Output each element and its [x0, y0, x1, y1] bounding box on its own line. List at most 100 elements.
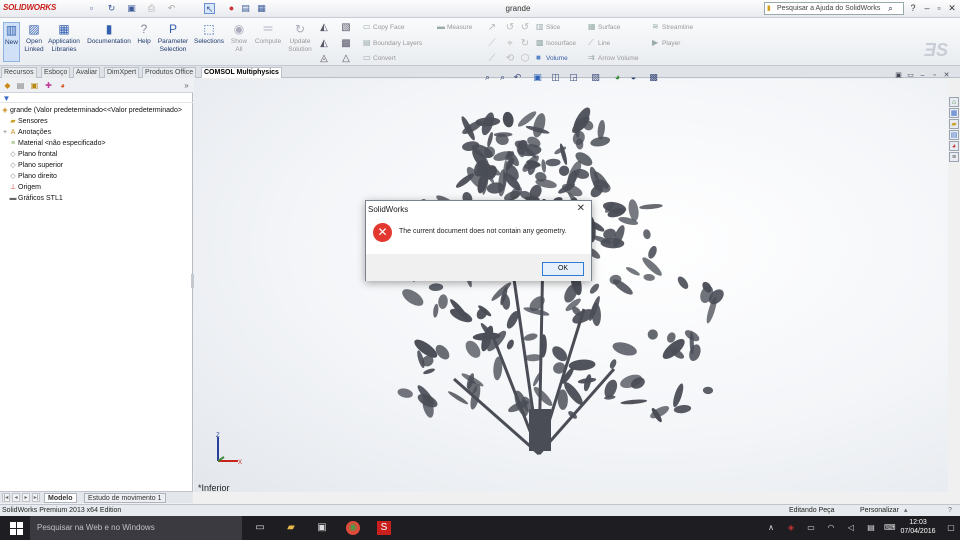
ok-button[interactable]: OK [542, 262, 584, 276]
tab-modelo[interactable]: Modelo [44, 493, 77, 503]
draw-cubic-icon[interactable]: ↻ [519, 38, 531, 50]
tray-volume-icon[interactable]: ◁ [846, 522, 856, 534]
compute-button[interactable]: ＝ Compute [252, 22, 284, 46]
tab-estudo-de-movimento[interactable]: Estudo de movimento 1 [84, 493, 166, 503]
display-manager-icon[interactable]: ◕ [57, 81, 68, 91]
task-pane-resources-icon[interactable]: ⌂ [949, 97, 959, 107]
viewport-close-icon[interactable]: ✕ [942, 71, 951, 80]
store-icon[interactable]: ▣ [315, 521, 329, 535]
first-tab-arrow[interactable]: |◂ [2, 493, 10, 502]
copy-face-button[interactable]: ▭ Copy Face [363, 22, 404, 33]
draw-arc-icon[interactable]: ↺ [519, 22, 531, 34]
view-settings-icon[interactable]: ▩ [648, 72, 659, 83]
parameter-selection-button[interactable]: P Parameter Selection [156, 22, 190, 54]
action-center-icon[interactable]: ▢ [946, 522, 956, 534]
help-button[interactable]: ? Help [136, 22, 152, 46]
tree-item-plano-direito[interactable]: ◇ Plano direito [8, 171, 57, 182]
virtual-operation-icon[interactable]: ▧ [340, 22, 352, 34]
isosurface-button[interactable]: ▩ Isosurface [536, 38, 576, 49]
task-pane-library-icon[interactable]: ▦ [949, 108, 959, 118]
zoom-to-fit-icon[interactable]: ⌕ [482, 72, 493, 83]
search-icon[interactable]: ⌕ [888, 3, 893, 14]
filter-icon[interactable]: ▼ [1, 94, 12, 104]
draw-segment-icon[interactable]: ⟋ [486, 53, 498, 65]
application-libraries-button[interactable]: ▦ Application Libraries [47, 22, 81, 54]
volume-button[interactable]: ■ Volume [536, 53, 568, 64]
task-pane-custom-properties-icon[interactable]: ≡ [949, 152, 959, 162]
display-style-icon[interactable]: ▨ [590, 72, 601, 83]
edit-appearance-icon[interactable]: ◕ [612, 72, 623, 83]
open-icon[interactable]: ↻ [106, 3, 117, 14]
tray-battery-icon[interactable]: ▭ [806, 522, 816, 534]
tree-item-plano-frontal[interactable]: ◇ Plano frontal [8, 149, 57, 160]
tab-comsol-multiphysics[interactable]: COMSOL Multiphysics [201, 67, 282, 78]
documentation-button[interactable]: ▮ Documentation [84, 22, 134, 46]
start-button[interactable] [0, 516, 30, 540]
new-button[interactable]: ▥ New [3, 22, 20, 62]
options-icon[interactable]: ▦ [256, 3, 267, 14]
expand-panel-icon[interactable]: » [181, 81, 192, 91]
triangle-icon[interactable]: △ [340, 53, 352, 65]
slice-button[interactable]: ▥ Slice [536, 22, 560, 33]
tab-recursos[interactable]: Recursos [1, 67, 37, 78]
customize-arrow-icon[interactable]: ▴ [904, 505, 908, 516]
measure-button[interactable]: ▬ Measure [437, 22, 472, 33]
tab-produtos-office[interactable]: Produtos Office [142, 67, 197, 78]
configuration-manager-icon[interactable]: ▣ [29, 81, 40, 91]
tab-dimxpert[interactable]: DimXpert [104, 67, 140, 78]
tab-avaliar[interactable]: Avaliar [73, 67, 101, 78]
view-orientation-icon[interactable]: ◲ [568, 72, 579, 83]
chrome-icon[interactable]: ◉ [346, 521, 360, 535]
tree-item-anotacoes[interactable]: + A Anotações [2, 127, 51, 138]
task-pane-view-palette-icon[interactable]: ▤ [949, 130, 959, 140]
dimxpert-manager-icon[interactable]: ✚ [43, 81, 54, 91]
surface-button[interactable]: ▦ Surface [588, 22, 620, 33]
viewport-restore-icon[interactable]: ▭ [906, 71, 915, 80]
solidworks-taskbar-icon[interactable]: S [377, 521, 391, 535]
select-icon[interactable]: ↖ [204, 3, 215, 14]
help-search-input[interactable]: ▮ Pesquisar a Ajuda do SolidWorks ⌕ [764, 2, 904, 15]
tree-item-graficos-stl1[interactable]: ▬ Gráficos STL1 [8, 193, 63, 204]
draw-line-icon[interactable]: ↗ [486, 22, 498, 34]
update-solution-button[interactable]: ↻ Update Solution [286, 22, 314, 54]
show-all-button[interactable]: ◉ Show All [229, 22, 249, 54]
tray-shield-icon[interactable]: ◈ [786, 522, 796, 534]
taskbar-search-input[interactable]: Pesquisar na Web e no Windows [30, 516, 242, 540]
zoom-to-area-icon[interactable]: ⌕ [497, 72, 508, 83]
work-plane-icon[interactable]: ◭ [318, 38, 330, 50]
property-manager-icon[interactable]: ▤ [15, 81, 26, 91]
customize-menu[interactable]: Personalizar [860, 505, 899, 516]
new-doc-icon[interactable]: ▫ [86, 3, 97, 14]
taskbar-clock[interactable]: 12:03 07/04/2016 [898, 518, 938, 536]
tree-root[interactable]: ◈ grande (Valor predeterminado<<Valor pre… [0, 105, 182, 116]
line-button[interactable]: ⟋ Line [588, 38, 610, 49]
feature-tree-icon[interactable]: ◆ [2, 81, 13, 91]
arrow-volume-button[interactable]: ⇉ Arrow Volume [588, 53, 638, 64]
help-icon[interactable]: ? [948, 505, 952, 516]
save-icon[interactable]: ▣ [126, 3, 137, 14]
prev-tab-arrow[interactable]: ◂ [12, 493, 20, 502]
tree-item-sensores[interactable]: ▰ Sensores [8, 116, 47, 127]
undo-icon[interactable]: ↶ [166, 3, 177, 14]
draw-interp-icon[interactable]: ⟲ [504, 53, 516, 65]
selections-button[interactable]: ⬚ Selections [193, 22, 225, 46]
tray-wifi-icon[interactable]: ◠ [826, 522, 836, 534]
help-menu-icon[interactable]: ? [906, 1, 920, 16]
viewport-split-icon[interactable]: ▣ [894, 71, 903, 80]
section-view-icon[interactable]: ▣ [532, 72, 543, 83]
streamline-button[interactable]: ≋ Streamline [652, 22, 693, 33]
viewport-maximize-icon[interactable]: ▫ [930, 71, 939, 80]
filter-row[interactable]: ▼ [0, 94, 193, 103]
dialog-close-icon[interactable]: ✕ [577, 203, 585, 214]
viewport-minimize-icon[interactable]: – [918, 71, 927, 80]
tree-item-plano-superior[interactable]: ◇ Plano superior [8, 160, 63, 171]
boundary-layers-button[interactable]: ▤ Boundary Layers [363, 38, 422, 49]
last-tab-arrow[interactable]: ▸| [32, 493, 40, 502]
rebuild-icon[interactable]: ● [226, 3, 237, 14]
print-icon[interactable]: ⎙ [146, 3, 157, 14]
maximize-icon[interactable]: ▫ [932, 1, 946, 16]
apply-scene-icon[interactable]: ◒ [628, 72, 639, 83]
file-properties-icon[interactable]: ▤ [240, 3, 251, 14]
tray-overflow-icon[interactable]: ∧ [766, 522, 776, 534]
tray-notification-icon[interactable]: ▤ [866, 522, 876, 534]
